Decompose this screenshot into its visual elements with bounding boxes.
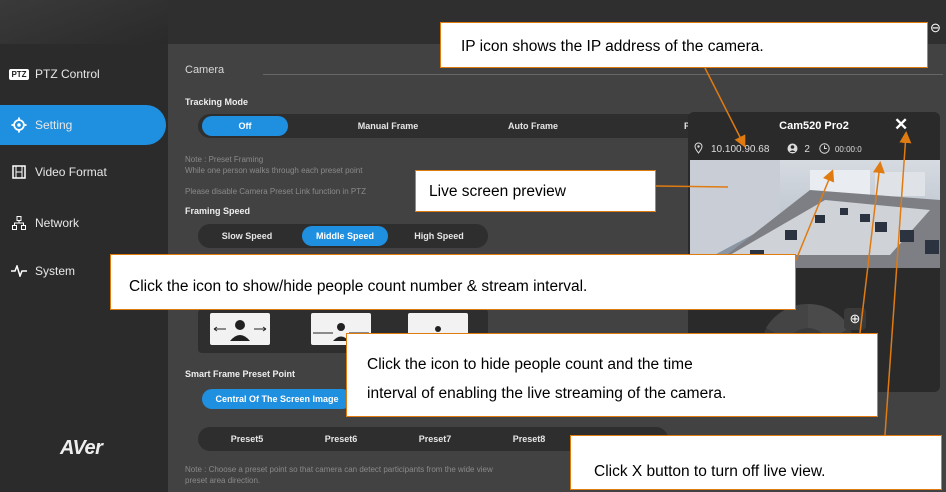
sidebar-item-label: PTZ Control: [35, 67, 100, 81]
ip-icon[interactable]: [694, 142, 703, 156]
people-count: 2: [804, 143, 810, 155]
logout-icon[interactable]: ⊖: [930, 20, 941, 36]
live-video: [690, 160, 940, 268]
tracking-manual-frame-button[interactable]: Manual Frame: [298, 116, 478, 136]
high-speed-button[interactable]: High Speed: [396, 226, 482, 246]
framing-speed-label: Framing Speed: [185, 206, 251, 216]
sidebar-item-label: System: [35, 264, 76, 278]
tracking-mode-label: Tracking Mode: [185, 97, 249, 107]
ptz-icon: PTZ: [9, 68, 29, 80]
preview-info-bar: 10.100.90.68 2 00:00:0: [694, 140, 944, 158]
sidebar-item-ptz-control[interactable]: PTZ PTZ Control: [0, 54, 168, 94]
sidebar-item-label: Video Format: [35, 165, 107, 179]
pulse-icon: [11, 263, 27, 279]
network-icon: [11, 215, 27, 231]
smart-frame-label: Smart Frame Preset Point: [185, 369, 296, 379]
preset5-button[interactable]: Preset5: [204, 429, 290, 449]
ip-address: 10.100.90.68: [711, 143, 770, 155]
callout-ip: IP icon shows the IP address of the came…: [440, 22, 928, 68]
people-count-icon[interactable]: [787, 143, 798, 156]
callout-live-preview: Live screen preview: [415, 170, 656, 212]
film-icon: [11, 164, 27, 180]
stream-timer-icon[interactable]: [819, 142, 830, 156]
sidebar-item-label: Network: [35, 216, 80, 230]
slow-speed-button[interactable]: Slow Speed: [202, 226, 292, 246]
smart-frame-note: Note : Choose a preset point so that cam…: [185, 465, 493, 485]
framing-option-1[interactable]: [210, 313, 270, 345]
callout-hide: Click the icon to hide people count and …: [346, 333, 878, 417]
close-icon[interactable]: ✕: [894, 115, 908, 135]
middle-speed-button[interactable]: Middle Speed: [302, 226, 388, 246]
tracking-auto-frame-button[interactable]: Auto Frame: [490, 116, 576, 136]
preset6-button[interactable]: Preset6: [298, 429, 384, 449]
tracking-off-button[interactable]: Off: [202, 116, 288, 136]
preset8-button[interactable]: Preset8: [486, 429, 572, 449]
gear-icon: [11, 117, 27, 133]
callout-close: Click X button to turn off live view.: [570, 435, 942, 490]
section-divider: [263, 74, 943, 75]
preset-framing-note: Note : Preset Framing While one person w…: [185, 155, 363, 175]
smart-frame-select[interactable]: Central Of The Screen Image: [202, 389, 352, 409]
sidebar-item-setting[interactable]: Setting: [0, 105, 166, 145]
zoom-in-icon[interactable]: ⊕: [844, 308, 866, 330]
preset7-button[interactable]: Preset7: [392, 429, 478, 449]
screenshot: PTZ PTZ Control Setting Video Format Net…: [0, 0, 946, 492]
sidebar-item-video-format[interactable]: Video Format: [0, 152, 168, 192]
section-title: Camera: [185, 64, 225, 76]
sidebar-header: [0, 0, 168, 44]
aver-logo: AVer: [60, 437, 103, 459]
preset-link-note: Please disable Camera Preset Link functi…: [185, 187, 366, 196]
sidebar: PTZ PTZ Control Setting Video Format Net…: [0, 0, 168, 492]
sidebar-item-network[interactable]: Network: [0, 203, 168, 243]
stream-time: 00:00:0: [834, 144, 862, 154]
sidebar-item-label: Setting: [35, 118, 73, 132]
callout-toggle: Click the icon to show/hide people count…: [110, 254, 796, 310]
